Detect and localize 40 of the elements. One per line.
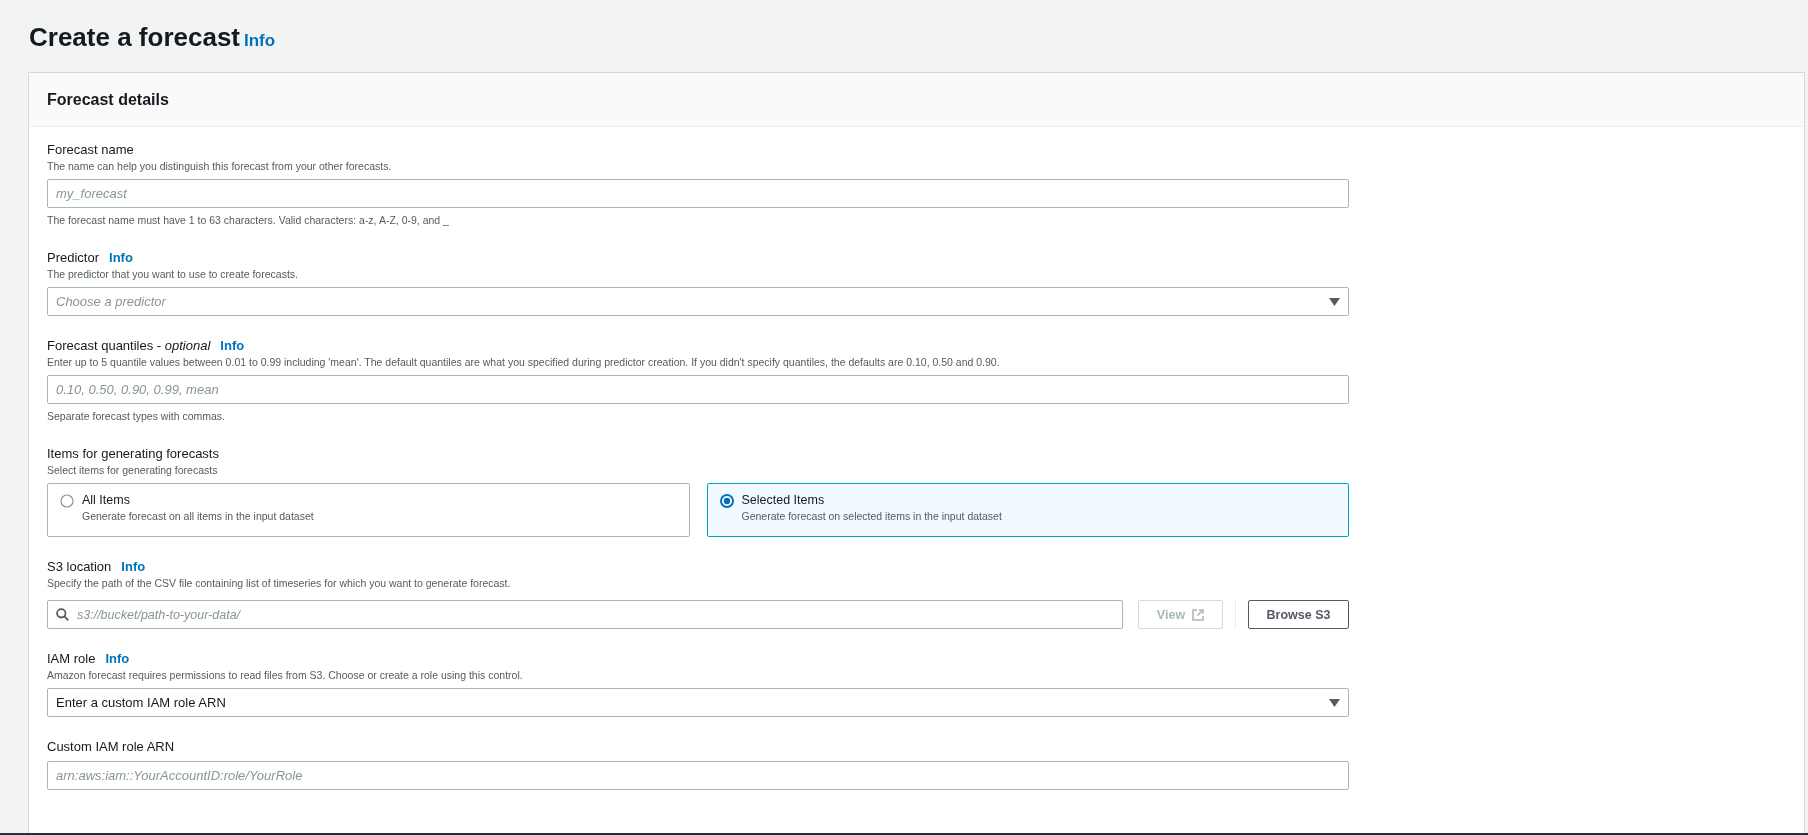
info-link[interactable]: Info [220, 337, 245, 355]
caret-icon [1329, 698, 1340, 707]
radio-button[interactable] [719, 494, 734, 508]
search-field[interactable]: s3://bucket/path-to-your-data/ [47, 600, 1123, 629]
radio-button[interactable] [60, 494, 74, 508]
text-field[interactable]: arn:aws:iam::YourAccountID:role/YourRole [47, 761, 1349, 790]
browse-button[interactable]: Browse S3 [1248, 600, 1349, 629]
option-label: All Items [82, 493, 131, 508]
constraint-text: Separate forecast types with commas. [47, 409, 226, 424]
caret-icon [1329, 297, 1340, 306]
field-description: Specify the path of the CSV file containing list of timeseries for which you want to generate forecast. [47, 576, 512, 591]
text-field[interactable]: 0.10, 0.50, 0.90, 0.99, mean [47, 375, 1349, 404]
field-label: Custom IAM role ARN [47, 738, 175, 756]
option-description: Generate forecast on selected items in the input dataset [741, 509, 1002, 524]
constraint-text: The forecast name must have 1 to 63 characters. Valid characters: a-z, A-Z, 0-9, and _ [47, 213, 450, 228]
field-label: IAM role [47, 650, 96, 668]
field-description: The predictor that you want to use to create forecasts. [47, 267, 299, 282]
field-label: Predictor [47, 249, 100, 267]
option-label: Selected Items [741, 493, 826, 508]
field-description: The name can help you distinguish this forecast from your other forecasts. [47, 159, 393, 174]
info-link[interactable]: Info [121, 558, 146, 576]
field-label: Forecast name [47, 141, 134, 159]
field-description: Select items for generating forecasts [47, 463, 219, 478]
field-description: Enter up to 5 quantile values between 0.01 to 0.99 including 'mean'. The default quantiles are what you specified during predictor creation. If you didn't specify quantiles, the defaults are 0.10, 0.50 and 0.90. [47, 355, 1001, 370]
option-description: Generate forecast on all items in the input dataset [82, 509, 314, 524]
info-link[interactable]: Info [105, 650, 130, 668]
external-link-icon [1192, 608, 1205, 621]
select-field[interactable]: Choose a predictor [47, 287, 1349, 316]
page-title: Create a forecast [29, 22, 240, 53]
option-card[interactable]: All Items Generate forecast on all items in the input dataset [47, 483, 690, 537]
field-label: S3 location [47, 558, 112, 576]
info-link[interactable]: Info [109, 249, 133, 267]
info-link[interactable]: Info [244, 31, 276, 51]
panel-title: Forecast details [47, 91, 170, 109]
select-field[interactable]: Enter a custom IAM role ARN [47, 688, 1349, 717]
field-description: Amazon forecast requires permissions to read files from S3. Choose or create a role using this control. [47, 668, 524, 683]
field-label: Forecast quantiles - optional [47, 337, 211, 355]
field-label: Items for generating forecasts [47, 445, 219, 463]
option-card[interactable]: Selected Items Generate forecast on selected items in the input dataset [706, 483, 1349, 537]
text-field[interactable]: my_forecast [47, 179, 1349, 208]
